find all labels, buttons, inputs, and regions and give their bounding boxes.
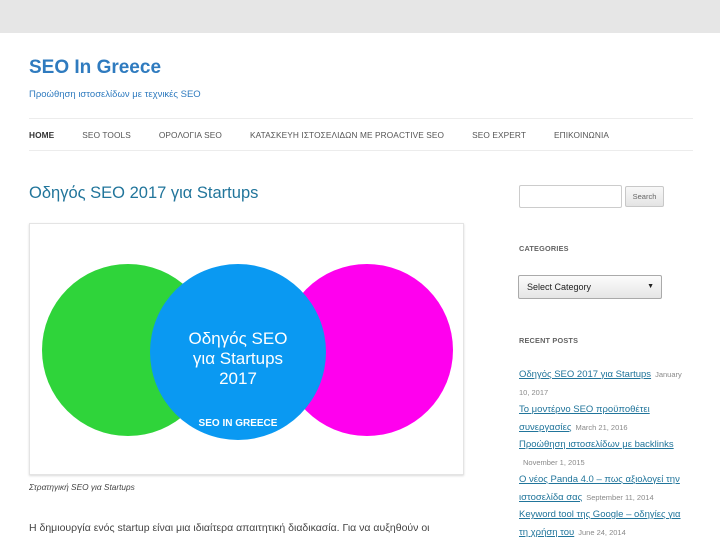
recent-post-link[interactable]: Keyword tool της Google – οδηγίες για (519, 509, 681, 520)
nav-item-seo-expert[interactable]: SEO EXPERT (472, 130, 526, 140)
post-date: March 21, 2016 (575, 422, 628, 432)
page: SEO In Greece Προώθηση ιστοσελίδων με τε… (0, 33, 720, 540)
image-logo-text: SEO IN GREECE (199, 418, 278, 429)
main-navigation: HOME SEO TOOLS ΟΡΟΛΟΓΙΑ SEO ΚΑΤΑΣΚΕΥΗ ΙΣ… (29, 118, 693, 151)
site-title[interactable]: SEO In Greece (29, 57, 161, 79)
recent-post-link[interactable]: τη χρήση του (519, 527, 574, 538)
list-item: Keyword tool της Google – οδηγίες για τη… (519, 506, 689, 540)
post-title[interactable]: Οδηγός SEO 2017 για Startups (29, 184, 258, 203)
post-date: June 24, 2014 (578, 527, 626, 537)
featured-image-graphic: Οδηγός SEO για Startups 2017 SEO IN GREE… (42, 264, 453, 440)
nav-item-home[interactable]: HOME (29, 130, 54, 140)
list-item: Ο νέος Panda 4.0 – πως αξιολογεί την ιστ… (519, 471, 689, 506)
list-item: Το μοντέρνο SEO προϋποθέτει συνεργασίες M… (519, 401, 689, 436)
dropdown-arrow-icon: ▼ (647, 283, 654, 290)
site-description: Προώθηση ιστοσελίδων με τεχνικές SEO (29, 89, 201, 100)
recent-post-link[interactable]: Οδηγός SEO 2017 για Startups (519, 369, 651, 380)
recent-post-link[interactable]: ιστοσελίδα σας (519, 492, 582, 503)
list-item: Οδηγός SEO 2017 για Startups January 10, … (519, 366, 689, 401)
nav-item-contact[interactable]: ΕΠΙΚΟΙΝΩΝΙΑ (554, 130, 609, 140)
recent-posts-list: Οδηγός SEO 2017 για Startups January 10, … (519, 366, 689, 540)
list-item: Προώθηση ιστοσελίδων με backlinks Novemb… (519, 436, 689, 471)
search-button[interactable]: Search (625, 186, 664, 207)
recent-post-link[interactable]: Προώθηση ιστοσελίδων με backlinks (519, 439, 674, 450)
nav-item-seo-terminology[interactable]: ΟΡΟΛΟΓΙΑ SEO (159, 130, 222, 140)
post-date: November 1, 2015 (523, 457, 585, 467)
post-date: 10, 2017 (519, 387, 549, 397)
categories-widget-title: CATEGORIES (519, 244, 569, 253)
category-select[interactable]: Select Category ▼ (518, 275, 662, 299)
image-text-line3: 2017 (219, 369, 257, 388)
recent-post-link[interactable]: Ο νέος Panda 4.0 – πως αξιολογεί την (519, 474, 680, 485)
image-text-line2: για Startups (193, 349, 283, 368)
category-select-value: Select Category (527, 282, 592, 292)
image-text-line1: Οδηγός SEO (189, 329, 288, 348)
post-paragraph: Η δημιουργία ενός startup είναι μια ιδια… (29, 522, 430, 534)
nav-item-seo-tools[interactable]: SEO TOOLS (82, 130, 131, 140)
recent-posts-widget-title: RECENT POSTS (519, 336, 579, 345)
post-date: September 11, 2014 (586, 492, 654, 502)
search-input[interactable] (519, 185, 622, 208)
post-date: January (655, 370, 682, 379)
featured-image[interactable]: Οδηγός SEO για Startups 2017 SEO IN GREE… (29, 223, 464, 475)
image-caption: Στρατηγική SEO για Startups (29, 482, 135, 492)
recent-post-link[interactable]: συνεργασίες (519, 422, 571, 433)
recent-post-link[interactable]: Το μοντέρνο SEO προϋποθέτει (519, 404, 650, 415)
nav-item-website-building[interactable]: ΚΑΤΑΣΚΕΥΗ ΙΣΤΟΣΕΛΙΔΩΝ ΜΕ PROACTIVE SEO (250, 130, 444, 140)
